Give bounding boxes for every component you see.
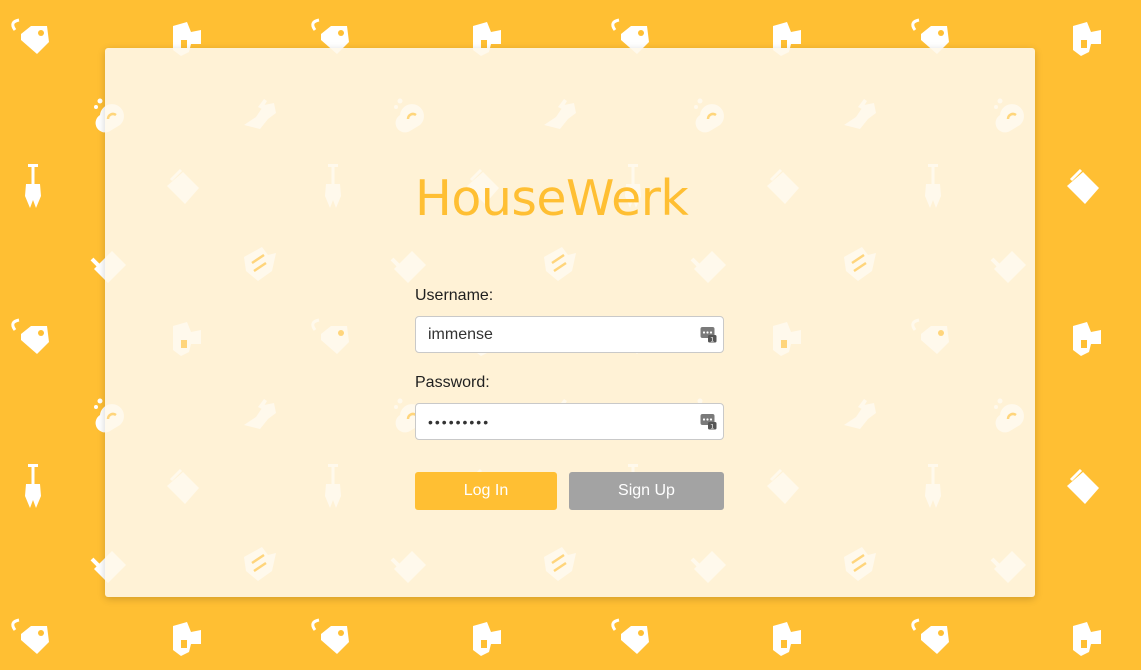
- svg-text:1: 1: [710, 422, 714, 430]
- password-label: Password:: [415, 374, 490, 391]
- login-button[interactable]: Log In: [415, 472, 557, 510]
- password-field-wrapper: 1: [415, 403, 724, 440]
- login-card: HouseWerk Username: 1 Password:: [105, 48, 1035, 597]
- svg-text:1: 1: [710, 335, 714, 343]
- signup-button[interactable]: Sign Up: [569, 472, 724, 510]
- brand-logo: HouseWerk: [415, 170, 689, 227]
- username-field-wrapper: 1: [415, 316, 724, 353]
- login-form: Username: 1 Password: 1: [415, 286, 724, 510]
- username-label: Username:: [415, 287, 494, 304]
- username-input[interactable]: [415, 316, 724, 353]
- password-manager-key-icon[interactable]: 1: [700, 326, 717, 343]
- form-actions: Log In Sign Up: [415, 472, 724, 510]
- password-manager-key-icon[interactable]: 1: [700, 413, 717, 430]
- password-input[interactable]: [415, 403, 724, 440]
